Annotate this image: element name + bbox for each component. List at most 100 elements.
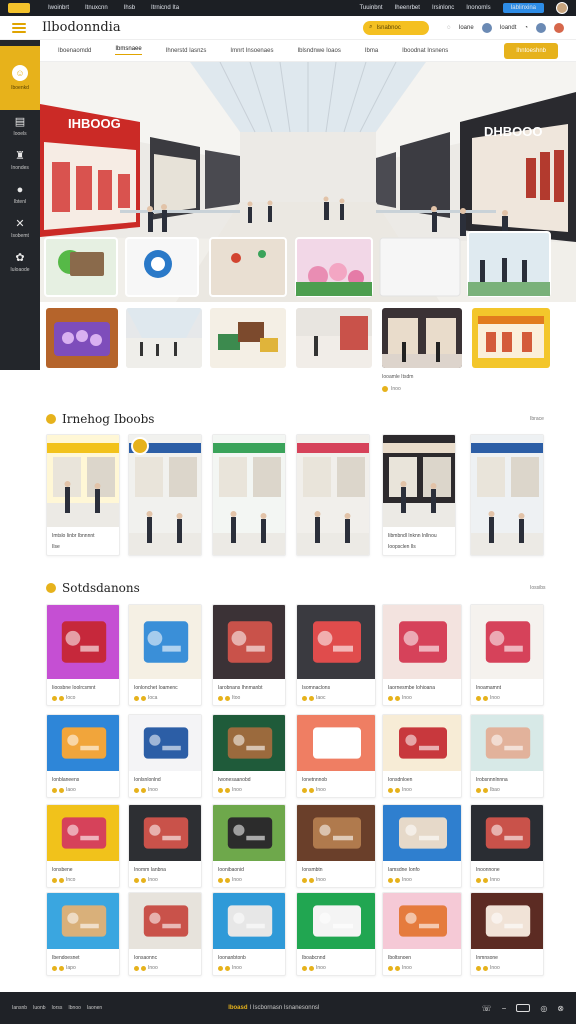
store-card[interactable] [212, 434, 286, 556]
promo-tile[interactable] [472, 308, 550, 368]
product-image [129, 893, 201, 949]
nav-item[interactable]: Iboenaomdd [58, 48, 91, 54]
store-photo [47, 435, 119, 527]
footer-link[interactable]: Iuonb [33, 1005, 46, 1011]
footer-link[interactable]: Iansnb [12, 1005, 27, 1011]
user-avatar[interactable] [554, 22, 564, 33]
product-card[interactable]: Ionsdnloen Inoo [382, 714, 462, 798]
product-rating: Iaoc [297, 695, 375, 701]
store-card[interactable]: Imtslo Iinbr Ibnnnnt Ilse [46, 434, 120, 556]
user-avatar[interactable] [481, 22, 492, 33]
star-icon [395, 965, 400, 971]
product-card[interactable]: Ionlsnlonlnd Inoo [128, 714, 202, 798]
product-card[interactable]: Ionsbene Inco [46, 804, 120, 888]
top-link[interactable]: Iheenrbet [395, 5, 420, 11]
product-card[interactable]: Inomm Ianbna Inoo [128, 804, 202, 888]
search-input[interactable]: ⌕ Isnabnoc [363, 20, 430, 35]
top-nav-item[interactable]: Ihsb [124, 5, 135, 11]
section-more-link[interactable]: Ibrace [530, 416, 544, 422]
menu-icon[interactable] [12, 22, 26, 33]
store-card[interactable] [128, 434, 202, 556]
product-card[interactable]: Ioonanbtonb Inoo [212, 892, 286, 976]
product-card[interactable]: Iarobnans Ihnmanbt Itoo [212, 604, 286, 706]
store-card[interactable] [470, 434, 544, 556]
sidebar-item[interactable]: ● Ibtenl [0, 178, 40, 212]
product-card[interactable]: Isomnaclons Iaoc [296, 604, 376, 706]
top-nav-item[interactable]: Itrnicnd Ita [151, 5, 179, 11]
chat-icon[interactable]: ◔ [524, 25, 528, 31]
nav-item[interactable]: Imnrt Insoenaes [230, 48, 273, 54]
avatar[interactable] [556, 2, 568, 14]
product-card[interactable]: Ibendoesnet Iapo [46, 892, 120, 976]
nav-item[interactable]: Iblsndnwe Ioaos [297, 48, 340, 54]
sidebar-item[interactable]: ✿ Iuloaode [0, 246, 40, 280]
brand-title[interactable]: Ilbodonndia [42, 20, 121, 35]
logo[interactable] [8, 3, 30, 13]
account-badge[interactable]: Iablinxina [502, 3, 544, 13]
product-rating-value: Inoo [316, 787, 326, 793]
star-icon [302, 695, 307, 701]
product-card[interactable]: Inoonnone Inno [470, 804, 544, 888]
product-card[interactable]: Iamsdne Ionfo Inoo [382, 804, 462, 888]
store-badge-icon [131, 437, 149, 455]
phone-icon[interactable]: ☏ [482, 1004, 492, 1013]
footer-link[interactable]: Ibnoo [68, 1005, 81, 1011]
top-nav-item[interactable]: Iwoinbrt [48, 5, 69, 11]
top-nav-item[interactable]: Itnuxcnn [85, 5, 108, 11]
sidebar-item[interactable]: ▤ Iooels [0, 110, 40, 144]
star-icon [388, 965, 393, 971]
nav-item[interactable]: Ihnerstd Iasnzs [166, 48, 207, 54]
product-card[interactable]: Ionsmbtn Inoo [296, 804, 376, 888]
globe-icon[interactable]: ◎ [540, 1004, 547, 1013]
header-link[interactable]: Ioane [459, 25, 474, 31]
category-nav: Iboenaomdd Ibmsnaee Ihnerstd Iasnzs Imnr… [40, 40, 576, 62]
product-card-caption: Iioosbne Ioolrcsmnt [52, 685, 96, 691]
product-card[interactable]: Iwonesaanobd Inoo [212, 714, 286, 798]
header-link[interactable]: Ioandt [500, 25, 517, 31]
minus-icon[interactable]: − [502, 1004, 507, 1013]
product-card[interactable]: Iboltsnoen Inoo [382, 892, 462, 976]
product-card[interactable]: Ionlonchet Ioamenc Ioca [128, 604, 202, 706]
section-more-link[interactable]: Iossibs [530, 585, 546, 591]
product-card[interactable]: Irobsnnnlnnna Ibao [470, 714, 544, 798]
product-rating-value: Inoo [148, 965, 158, 971]
mall-illustration: IHBOOG DHBOOO [40, 62, 576, 302]
store-card[interactable] [296, 434, 370, 556]
product-card[interactable]: Iioosbne Ioolrcsmnt Ioco [46, 604, 120, 706]
promo-tile[interactable] [296, 308, 372, 368]
sidebar-item-home[interactable]: ☺ Iboenkd [0, 46, 40, 110]
product-rating-value: Inoo [316, 965, 326, 971]
top-link[interactable]: Inonomls [466, 5, 490, 11]
close-icon[interactable]: ⊗ [557, 1004, 564, 1013]
footer-link[interactable]: Iaonen [87, 1005, 102, 1011]
product-card[interactable]: Inoamamnt Inoo [470, 604, 544, 706]
top-bar: Iwoinbrt Itnuxcnn Ihsb Itrnicnd Ita Tuui… [0, 0, 576, 16]
top-link[interactable]: Tuuinbnt [359, 5, 382, 11]
cta-button[interactable]: Ihntoeshnb [504, 42, 558, 59]
nav-item[interactable]: Ibma [365, 48, 378, 54]
promo-tile[interactable] [210, 308, 286, 368]
sidebar-item[interactable]: ✕ Isobemt [0, 212, 40, 246]
bell-icon[interactable]: ◌ [447, 25, 451, 31]
top-link[interactable]: Irsinlonc [432, 5, 454, 11]
star-icon [302, 787, 307, 793]
promo-tile[interactable] [382, 308, 462, 368]
product-card[interactable]: Ionetnnnob Inoo [296, 714, 376, 798]
store-card[interactable]: Iibmbndl Inknn Inllnou Ioopsclen Ils [382, 434, 456, 556]
user-avatar[interactable] [536, 22, 546, 33]
promo-tile[interactable] [126, 308, 202, 368]
product-card[interactable]: Ionsaonnc Inoo [128, 892, 202, 976]
product-card[interactable]: Iaornesmbe Iohioana Inoo [382, 604, 462, 706]
product-card[interactable]: Iboabcnnd Inoo [296, 892, 376, 976]
star-icon [395, 695, 400, 701]
language-icon[interactable] [516, 1004, 531, 1012]
product-card[interactable]: Ioonibaonid Inoo [212, 804, 286, 888]
section-title: Irnehog Iboobs [46, 412, 154, 426]
sidebar-item[interactable]: ♜ Inondes [0, 144, 40, 178]
product-card[interactable]: Ionblaneens Iaoo [46, 714, 120, 798]
product-card[interactable]: Inmnsone Inoo [470, 892, 544, 976]
nav-item[interactable]: Iboodnat Insnens [402, 48, 448, 54]
footer-link[interactable]: Iorss [52, 1005, 63, 1011]
promo-tile[interactable] [46, 308, 118, 368]
nav-item-active[interactable]: Ibmsnaee [115, 46, 142, 55]
